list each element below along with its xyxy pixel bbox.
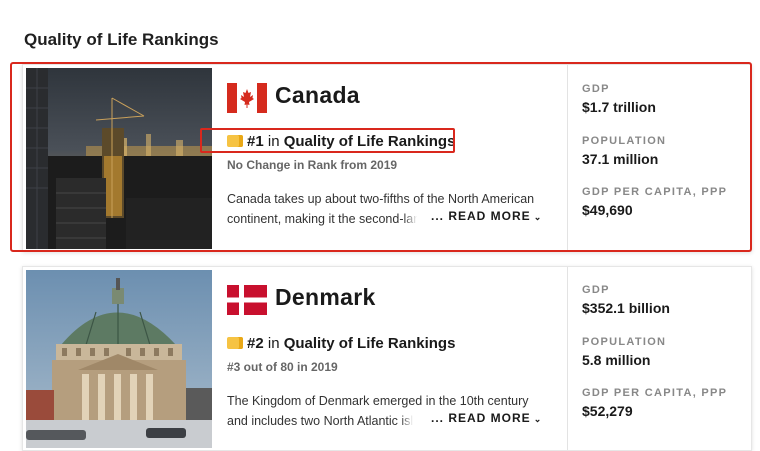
rank-in-text: in (267, 335, 280, 352)
gdp-per-capita-value: $49,690 (582, 202, 633, 218)
country-photo-canada[interactable] (26, 68, 212, 249)
gdp-per-capita-label: GDP PER CAPITA, PPP (582, 186, 728, 198)
read-more-ellipsis: ... (431, 411, 449, 425)
rank-change-note: No Change in Rank from 2019 (227, 158, 398, 172)
chevron-down-icon: ⌄ (533, 212, 542, 222)
description-line: Canada takes up about two-fifths of the … (227, 192, 535, 206)
country-name[interactable]: Denmark (275, 284, 376, 311)
read-more-button[interactable]: ... READ MORE ⌄ (429, 411, 542, 425)
description-text: continent, making it the second- (227, 212, 404, 226)
gdp-label: GDP (582, 284, 610, 296)
gdp-value: $352.1 billion (582, 300, 670, 316)
read-more-label: READ MORE (448, 411, 531, 425)
rank-in-text: in (267, 133, 280, 150)
description-text: and includes two North Atlantic (227, 414, 402, 428)
trophy-badge-icon (227, 337, 243, 349)
population-value: 5.8 million (582, 352, 651, 368)
rank-line[interactable]: #2 in Quality of Life Rankings (227, 335, 455, 352)
population-label: POPULATION (582, 336, 667, 348)
country-photo-denmark[interactable] (26, 270, 212, 448)
country-stats: GDP $1.7 trillion POPULATION 37.1 millio… (567, 65, 752, 251)
denmark-flag-icon (227, 285, 267, 315)
population-label: POPULATION (582, 135, 667, 147)
read-more-button[interactable]: ... READ MORE ⌄ (429, 209, 542, 223)
gdp-per-capita-value: $52,279 (582, 403, 633, 419)
rank-number: #2 (247, 335, 264, 352)
rank-number: #1 (247, 133, 264, 150)
canada-flag-icon (227, 83, 267, 113)
population-value: 37.1 million (582, 151, 659, 167)
description-fade-text: isl (401, 414, 414, 428)
rank-change-note: #3 out of 80 in 2019 (227, 360, 338, 374)
gdp-per-capita-label: GDP PER CAPITA, PPP (582, 387, 728, 399)
read-more-label: READ MORE (448, 209, 531, 223)
country-card-denmark[interactable]: Denmark #2 in Quality of Life Rankings #… (22, 266, 752, 451)
description-line: The Kingdom of Denmark emerged in the 10… (227, 394, 529, 408)
gdp-label: GDP (582, 83, 610, 95)
ranking-category-link[interactable]: Quality of Life Rankings (284, 335, 456, 352)
rank-line[interactable]: #1 in Quality of Life Rankings (227, 133, 455, 150)
country-stats: GDP $352.1 billion POPULATION 5.8 millio… (567, 267, 752, 450)
trophy-badge-icon (227, 135, 243, 147)
description-fade-text: lar (403, 212, 418, 226)
country-info-denmark: Denmark #2 in Quality of Life Rankings #… (225, 267, 565, 450)
country-info-canada: Canada #1 in Quality of Life Rankings No… (225, 65, 565, 251)
country-card-canada[interactable]: Canada #1 in Quality of Life Rankings No… (22, 64, 752, 252)
ranking-category-link[interactable]: Quality of Life Rankings (284, 133, 456, 150)
gdp-value: $1.7 trillion (582, 99, 656, 115)
read-more-ellipsis: ... (431, 209, 449, 223)
country-name[interactable]: Canada (275, 82, 360, 109)
chevron-down-icon: ⌄ (533, 414, 542, 424)
section-title: Quality of Life Rankings (24, 30, 219, 49)
